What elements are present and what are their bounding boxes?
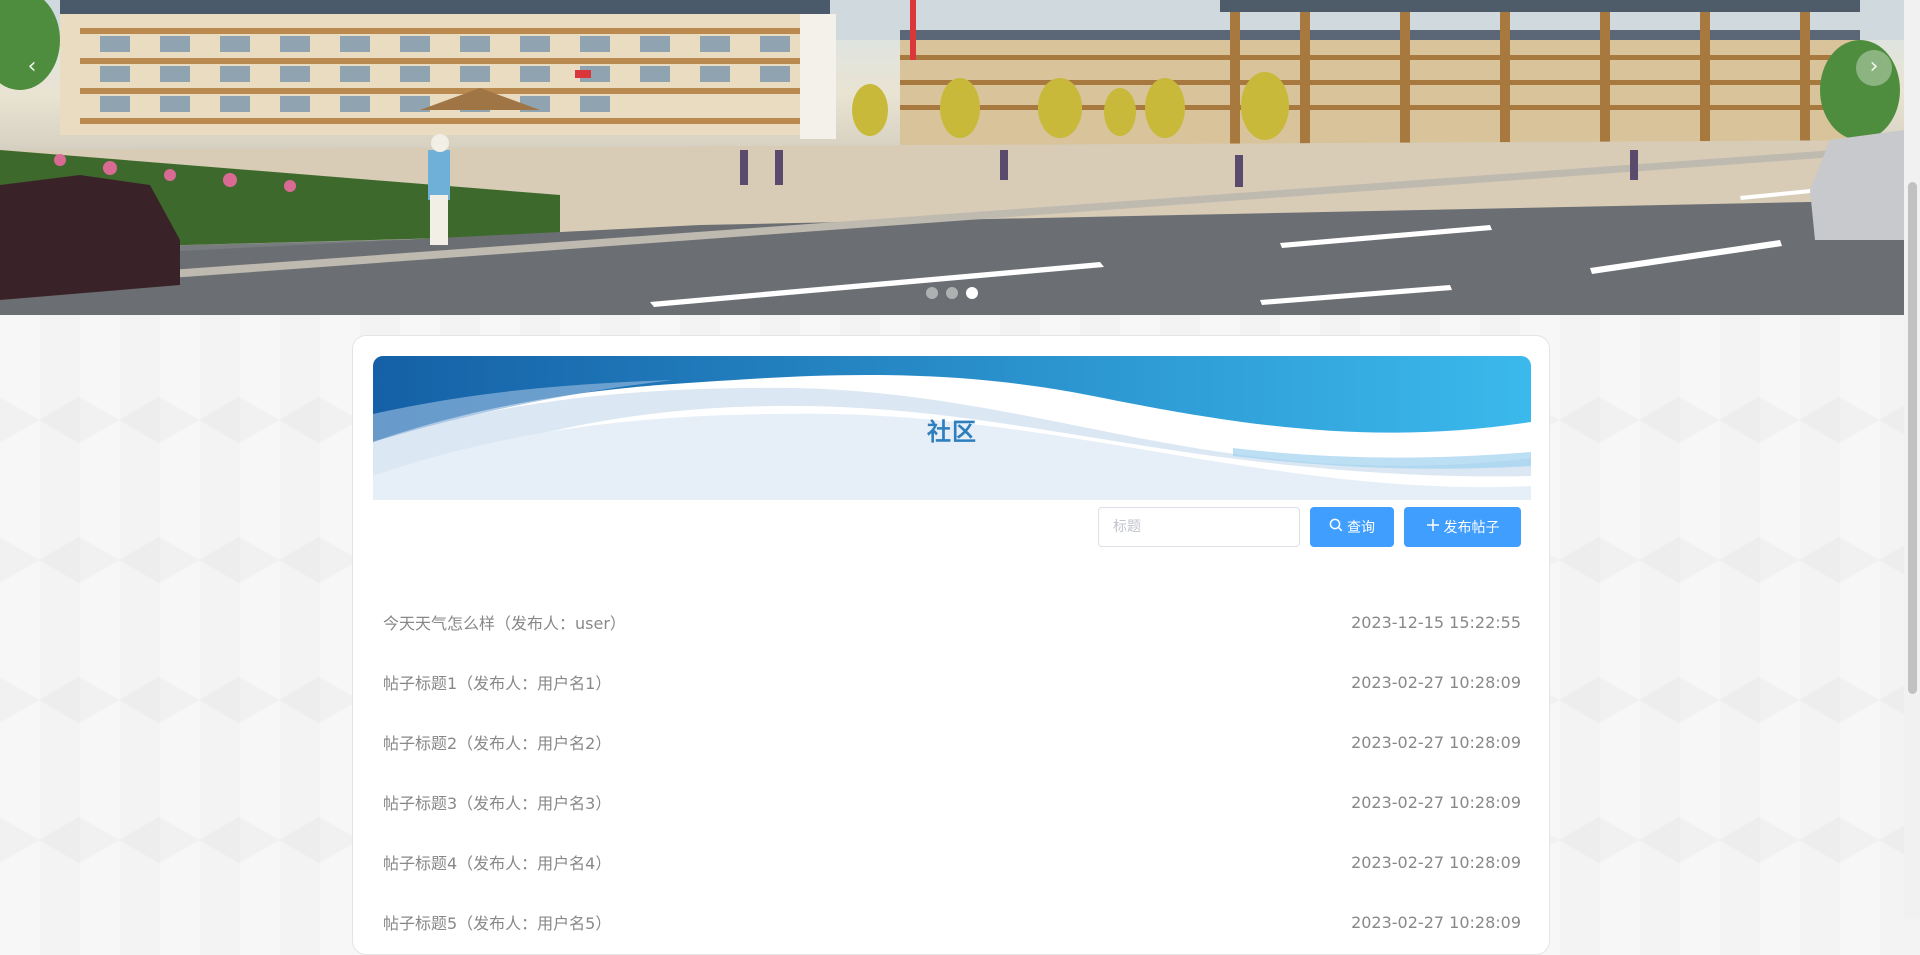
post-list: 今天天气怎么样（发布人：user） 2023-12-15 15:22:55 帖子… [383,592,1521,952]
carousel-indicators [926,287,978,299]
carousel-dot-3[interactable] [966,287,978,299]
community-header: 社区 [373,356,1531,500]
carousel-prev-arrow[interactable]: ‹ [14,50,50,86]
post-title[interactable]: 帖子标题5（发布人：用户名5） [383,910,611,934]
post-title[interactable]: 帖子标题2（发布人：用户名2） [383,730,611,754]
post-time: 2023-02-27 10:28:09 [1351,792,1521,812]
post-title[interactable]: 帖子标题3（发布人：用户名3） [383,790,611,814]
post-list-item[interactable]: 帖子标题5（发布人：用户名5） 2023-02-27 10:28:09 [383,892,1521,952]
post-list-item[interactable]: 帖子标题1（发布人：用户名1） 2023-02-27 10:28:09 [383,652,1521,712]
carousel-next-arrow[interactable]: › [1856,50,1892,86]
post-list-item[interactable]: 帖子标题4（发布人：用户名4） 2023-02-27 10:28:09 [383,832,1521,892]
query-button[interactable]: 查询 [1310,507,1394,547]
post-title[interactable]: 帖子标题1（发布人：用户名1） [383,670,611,694]
post-time: 2023-12-15 15:22:55 [1351,612,1521,632]
page-scrollbar[interactable] [1904,0,1920,919]
post-time: 2023-02-27 10:28:09 [1351,672,1521,692]
query-button-label: 查询 [1347,520,1375,536]
banner-image [0,0,1904,315]
publish-button-label: 发布帖子 [1443,520,1500,536]
scrollbar-thumb[interactable] [1908,182,1917,694]
search-toolbar: 查询 发布帖子 [1098,507,1521,547]
post-time: 2023-02-27 10:28:09 [1351,732,1521,752]
title-search-input[interactable] [1098,507,1300,547]
banner-carousel: ‹ › [0,0,1904,315]
post-list-item[interactable]: 帖子标题3（发布人：用户名3） 2023-02-27 10:28:09 [383,772,1521,832]
community-card: 社区 查询 发布帖子 今天天气怎么样（发布人：user） 2023-12-15 … [352,335,1550,955]
post-time: 2023-02-27 10:28:09 [1351,852,1521,872]
page-title: 社区 [927,418,977,446]
carousel-dot-1[interactable] [926,287,938,299]
plus-icon [1426,518,1440,536]
publish-post-button[interactable]: 发布帖子 [1404,507,1521,547]
post-title[interactable]: 帖子标题4（发布人：用户名4） [383,850,611,874]
post-title[interactable]: 今天天气怎么样（发布人：user） [383,610,626,634]
search-icon [1329,518,1343,536]
post-time: 2023-02-27 10:28:09 [1351,912,1521,932]
post-list-item[interactable]: 今天天气怎么样（发布人：user） 2023-12-15 15:22:55 [383,592,1521,652]
post-list-item[interactable]: 帖子标题2（发布人：用户名2） 2023-02-27 10:28:09 [383,712,1521,772]
carousel-dot-2[interactable] [946,287,958,299]
